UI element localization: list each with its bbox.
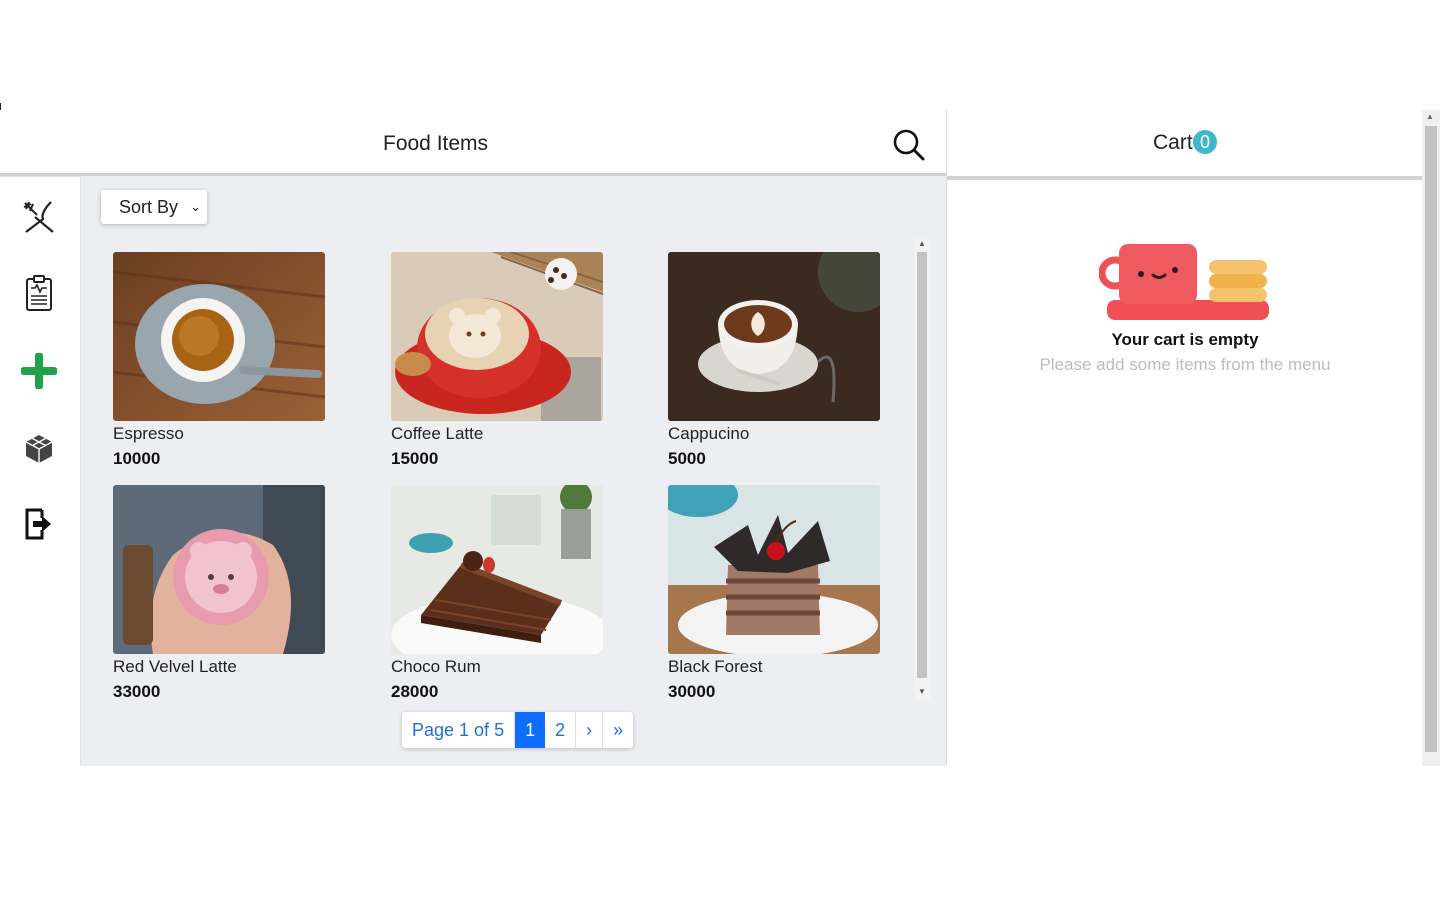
search-icon	[893, 129, 925, 161]
cart-header: Cart 0	[947, 110, 1423, 180]
product-price: 5000	[668, 449, 706, 468]
product-name: Black Forest	[668, 657, 763, 676]
report-icon	[26, 275, 52, 311]
product-name: Cappucino	[668, 424, 750, 443]
product-image	[391, 252, 603, 421]
product-image	[391, 485, 603, 654]
chevron-down-icon: ⌄	[190, 199, 201, 214]
scroll-up-arrow[interactable]: ▲	[1426, 112, 1434, 121]
cart-panel: Cart 0 Your cart is empty Please add som…	[946, 110, 1423, 766]
product-image	[668, 485, 880, 654]
page-button-2[interactable]: 2	[545, 712, 577, 748]
product-price: 33000	[113, 682, 161, 701]
product-image	[668, 252, 880, 421]
pagination: Page 1 of 5 1 2 › »	[402, 712, 634, 748]
product-name: Red Velvel Latte	[113, 657, 237, 676]
menu-header: Food Items	[0, 110, 946, 176]
product-name: Coffee Latte	[391, 424, 484, 443]
sidebar-divider	[0, 176, 80, 177]
product-image	[113, 485, 325, 654]
product-price: 28000	[391, 682, 439, 701]
product-card[interactable]: Espresso 10000	[113, 252, 325, 474]
logout-icon	[25, 508, 51, 540]
sort-by-label: Sort By	[119, 197, 179, 217]
product-card[interactable]: Cappucino 5000	[668, 252, 880, 474]
page-button-1[interactable]: 1	[515, 712, 546, 748]
page-scroll-thumb[interactable]	[1425, 126, 1437, 752]
product-card[interactable]: Choco Rum 28000	[391, 485, 603, 707]
product-card[interactable]: Black Forest 30000	[668, 485, 880, 707]
page-info: Page 1 of 5	[402, 712, 516, 748]
next-page-button[interactable]: ›	[576, 712, 604, 748]
menu-panel: Food Items Sort By ⌄ Espresso 10000 Coff…	[0, 110, 946, 766]
sidebar-item-menu[interactable]	[18, 196, 60, 238]
add-icon	[21, 353, 57, 389]
search-button[interactable]	[892, 128, 926, 162]
empty-cart-illustration	[1099, 244, 1269, 320]
cart-title: Cart	[1153, 131, 1193, 154]
cart-count-badge: 0	[1193, 130, 1217, 154]
product-image	[113, 252, 325, 421]
page-scrollbar[interactable]: ▲	[1422, 110, 1440, 766]
sidebar	[0, 110, 81, 766]
boxes-icon	[25, 435, 53, 463]
product-price: 15000	[391, 449, 439, 468]
empty-cart-subtitle: Please add some items from the menu	[1039, 355, 1331, 374]
product-card[interactable]: Red Velvel Latte 33000	[113, 485, 325, 707]
product-card[interactable]: Coffee Latte 15000	[391, 252, 603, 474]
product-price: 30000	[668, 682, 716, 701]
text-caret	[0, 103, 1, 110]
last-page-button[interactable]: »	[603, 712, 633, 748]
sidebar-item-add[interactable]	[18, 350, 60, 392]
app-root: Food Items Sort By ⌄ Espresso 10000 Coff…	[0, 110, 1440, 766]
grid-scroll-thumb[interactable]	[917, 252, 927, 678]
scroll-up-arrow[interactable]: ▲	[917, 239, 927, 249]
sidebar-item-reports[interactable]	[18, 273, 60, 315]
sidebar-item-logout[interactable]	[18, 503, 60, 545]
sort-by-select[interactable]: Sort By ⌄	[101, 190, 207, 224]
utensils-icon	[23, 201, 54, 233]
product-grid: Espresso 10000 Coffee Latte 15000 Cappuc…	[113, 252, 893, 708]
page-title: Food Items	[383, 132, 489, 155]
empty-cart-title: Your cart is empty	[1111, 330, 1259, 349]
scroll-down-arrow[interactable]: ▼	[917, 687, 927, 697]
product-name: Espresso	[113, 424, 184, 443]
product-name: Choco Rum	[391, 657, 481, 676]
sidebar-item-inventory[interactable]	[18, 428, 60, 470]
product-price: 10000	[113, 449, 161, 468]
